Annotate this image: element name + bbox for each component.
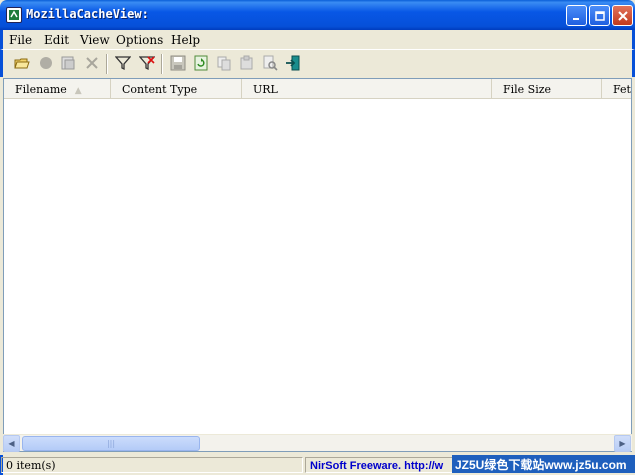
window-title: MozillaCacheView:: [26, 7, 149, 21]
column-file-size[interactable]: File Size: [492, 79, 602, 99]
stop-icon[interactable]: [37, 54, 55, 72]
menu-edit[interactable]: Edit: [44, 33, 69, 47]
nirsoft-link[interactable]: NirSoft Freeware. http://w: [310, 460, 443, 472]
scroll-left-button[interactable]: ◀: [3, 435, 20, 452]
close-button[interactable]: [612, 5, 633, 26]
clear-filter-icon[interactable]: [138, 54, 156, 72]
maximize-icon: [594, 10, 605, 21]
maximize-button[interactable]: [589, 5, 610, 26]
menu-help[interactable]: Help: [171, 33, 200, 47]
exit-icon[interactable]: [284, 54, 302, 72]
sort-arrow-icon: ▲: [74, 86, 82, 96]
menu-file[interactable]: File: [9, 33, 32, 47]
close-icon: [617, 10, 628, 21]
save-icon[interactable]: [169, 54, 187, 72]
app-icon: [6, 7, 22, 23]
scroll-right-icon: ▶: [619, 439, 626, 448]
find-icon[interactable]: [261, 54, 279, 72]
copy-icon[interactable]: [215, 54, 233, 72]
properties-icon[interactable]: [59, 54, 77, 72]
grip-icon: |||: [106, 439, 116, 448]
menu-view[interactable]: View: [80, 33, 110, 47]
copy-html-icon[interactable]: [238, 54, 256, 72]
status-item-count: 0 item(s): [1, 457, 303, 473]
column-content-type[interactable]: Content Type: [111, 79, 242, 99]
scroll-thumb[interactable]: |||: [22, 436, 200, 451]
toolbar-separator: [161, 54, 163, 74]
minimize-icon: [572, 17, 579, 20]
toolbar: [0, 49, 635, 77]
minimize-button[interactable]: [566, 5, 587, 26]
column-filename-label: Filename: [15, 83, 67, 96]
open-folder-icon[interactable]: [13, 54, 31, 72]
filter-icon[interactable]: [114, 54, 132, 72]
cache-list[interactable]: Filename ▲ Content Type URL File Size Fet…: [3, 78, 632, 452]
horizontal-scrollbar[interactable]: ◀ ||| ▶: [3, 434, 632, 452]
scroll-left-icon: ◀: [8, 439, 15, 448]
column-url[interactable]: URL: [242, 79, 492, 99]
delete-icon[interactable]: [83, 54, 101, 72]
menu-options[interactable]: Options: [116, 33, 163, 47]
column-filename[interactable]: Filename ▲: [4, 79, 111, 99]
watermark-banner: JZ5U绿色下载站www.jz5u.com: [452, 455, 635, 473]
menu-bar: File Edit View Options Help: [0, 30, 635, 49]
column-fetch[interactable]: Fetc: [602, 79, 631, 99]
title-bar[interactable]: MozillaCacheView:: [0, 0, 635, 30]
toolbar-separator: [106, 54, 108, 74]
refresh-icon[interactable]: [192, 54, 210, 72]
list-header: Filename ▲ Content Type URL File Size Fet…: [4, 79, 631, 99]
scroll-right-button[interactable]: ▶: [614, 435, 631, 452]
